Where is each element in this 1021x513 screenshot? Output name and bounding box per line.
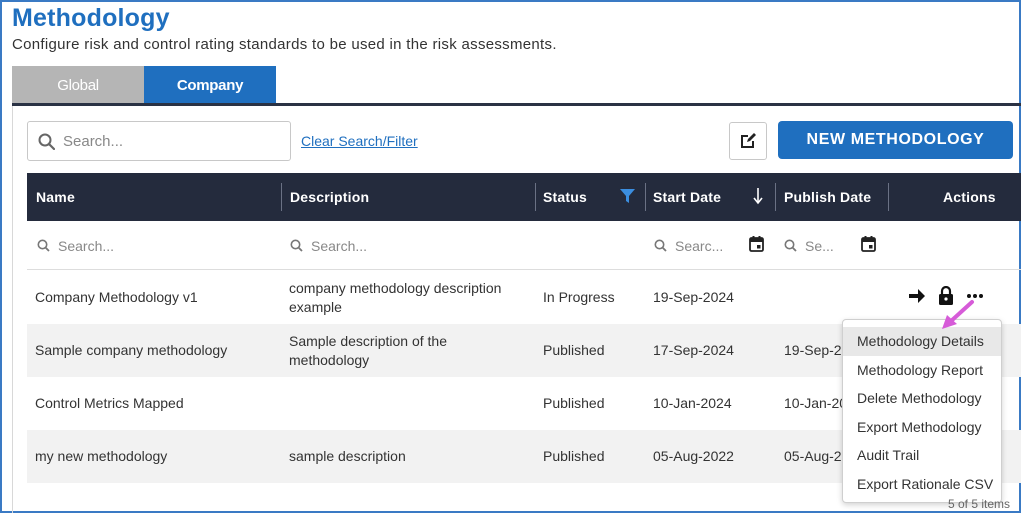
name-filter[interactable]: Search... xyxy=(37,221,114,270)
name-filter-placeholder: Search... xyxy=(58,237,115,254)
table-header: Name Description Status Start Date Publi… xyxy=(27,173,1021,221)
menu-item-audit-trail[interactable]: Audit Trail xyxy=(843,441,1001,470)
column-header-description[interactable]: Description xyxy=(290,173,369,221)
filter-icon[interactable] xyxy=(620,189,635,204)
filter-row: Search... Search... Searc... Se... xyxy=(27,221,1021,270)
menu-item-delete-methodology[interactable]: Delete Methodology xyxy=(843,384,1001,413)
row-start-date: 19-Sep-2024 xyxy=(653,289,734,305)
row-name[interactable]: Company Methodology v1 xyxy=(35,271,198,324)
row-name[interactable]: Sample company methodology xyxy=(35,324,227,377)
column-divider xyxy=(281,183,282,211)
row-name[interactable]: my new methodology xyxy=(35,430,167,483)
row-publish-date: 05-Aug-2 xyxy=(784,448,842,464)
row-description: Sample description of the methodology xyxy=(289,332,447,368)
arrow-right-icon[interactable] xyxy=(908,288,926,304)
search-icon xyxy=(38,133,55,150)
tab-bar: Global Company xyxy=(12,66,276,104)
row-start-date: 05-Aug-2022 xyxy=(653,448,734,464)
search-input[interactable] xyxy=(63,132,263,150)
column-divider xyxy=(888,183,889,211)
row-status: Published xyxy=(543,342,605,358)
row-context-menu: Methodology Details Methodology Report D… xyxy=(842,319,1002,503)
clear-search-filter-link[interactable]: Clear Search/Filter xyxy=(301,133,418,149)
sort-descending-icon[interactable] xyxy=(753,188,763,205)
calendar-icon[interactable] xyxy=(861,236,876,252)
start-date-filter[interactable]: Searc... xyxy=(654,221,723,270)
row-status: Published xyxy=(543,395,605,411)
global-search[interactable] xyxy=(27,121,291,161)
edit-button[interactable] xyxy=(729,122,767,160)
column-header-status[interactable]: Status xyxy=(543,173,587,221)
row-publish-date: 10-Jan-20 xyxy=(784,395,848,411)
row-start-date: 17-Sep-2024 xyxy=(653,342,734,358)
annotation-arrow-icon xyxy=(942,300,974,329)
row-description: company methodology description example xyxy=(289,279,502,315)
publish-date-filter-placeholder: Se... xyxy=(805,237,834,254)
page-subtitle: Configure risk and control rating standa… xyxy=(12,36,557,53)
row-start-date: 10-Jan-2024 xyxy=(653,395,732,411)
menu-item-methodology-report[interactable]: Methodology Report xyxy=(843,356,1001,385)
calendar-icon[interactable] xyxy=(749,236,764,252)
table-row[interactable]: Company Methodology v1 company methodolo… xyxy=(27,271,1021,324)
row-name[interactable]: Control Metrics Mapped xyxy=(35,377,184,430)
publish-date-filter[interactable]: Se... xyxy=(784,221,834,270)
column-divider xyxy=(775,183,776,211)
description-filter[interactable]: Search... xyxy=(290,221,367,270)
row-status: Published xyxy=(543,448,605,464)
column-divider xyxy=(645,183,646,211)
start-date-filter-placeholder: Searc... xyxy=(675,237,724,254)
page-title: Methodology xyxy=(12,4,170,32)
search-icon xyxy=(784,239,797,252)
column-header-name[interactable]: Name xyxy=(36,173,75,221)
row-status: In Progress xyxy=(543,289,615,305)
row-publish-date: 19-Sep-2 xyxy=(784,342,842,358)
tab-company[interactable]: Company xyxy=(144,66,276,104)
search-icon xyxy=(37,239,50,252)
edit-icon xyxy=(741,133,756,148)
column-divider xyxy=(535,183,536,211)
search-icon xyxy=(654,239,667,252)
pagination-info: 5 of 5 items xyxy=(948,497,1011,511)
tab-global[interactable]: Global xyxy=(12,66,144,104)
column-header-publish-date[interactable]: Publish Date xyxy=(784,173,871,221)
column-header-start-date[interactable]: Start Date xyxy=(653,173,721,221)
description-filter-placeholder: Search... xyxy=(311,237,368,254)
search-icon xyxy=(290,239,303,252)
new-methodology-button[interactable]: NEW METHODOLOGY xyxy=(778,121,1013,159)
row-description: sample description xyxy=(289,448,406,464)
menu-item-export-rationale-csv[interactable]: Export Rationale CSV xyxy=(843,470,1001,499)
menu-item-export-methodology[interactable]: Export Methodology xyxy=(843,413,1001,442)
column-header-actions: Actions xyxy=(943,189,996,205)
